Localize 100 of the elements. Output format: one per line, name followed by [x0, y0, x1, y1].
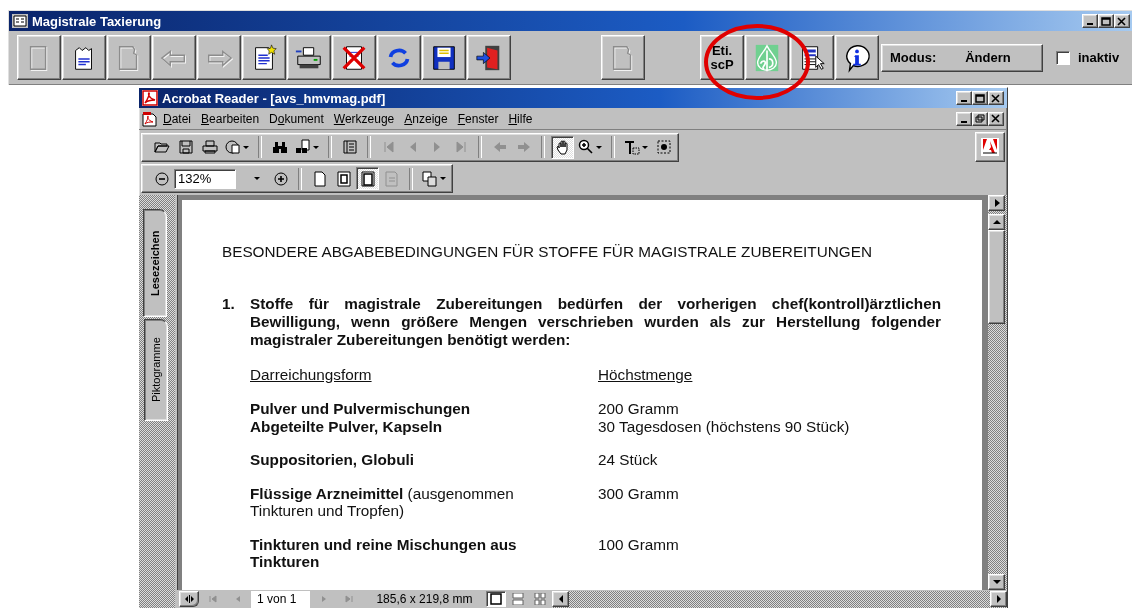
scroll-thumb[interactable] [988, 230, 1005, 324]
menu-item[interactable]: Hilfe [503, 111, 538, 126]
caret-icon [642, 145, 648, 149]
scroll-left-button[interactable] [552, 590, 570, 607]
panel-toggle-button[interactable] [179, 591, 199, 607]
fit-visible-icon [383, 170, 400, 187]
dosage-form: Flüssige Arzneimittel (ausgenommen Tinkturen und Tropfen) [250, 484, 515, 520]
minimize-button[interactable] [956, 91, 972, 105]
search-document-icon [295, 139, 311, 155]
menu-item[interactable]: Werkzeuge [328, 111, 400, 126]
single-page-icon [490, 593, 503, 605]
minimize-button[interactable] [956, 111, 972, 126]
window-title: Acrobat Reader - [avs_hmvmag.pdf] [162, 90, 387, 106]
close-icon [991, 114, 1001, 123]
down-triangle-icon [992, 578, 1001, 586]
max-amount: 24 Stück [598, 451, 659, 469]
tab[interactable]: Piktogramme [144, 319, 168, 421]
up-triangle-icon [992, 218, 1001, 226]
right-triangle-icon [994, 594, 1003, 603]
vertical-scrollbar[interactable] [988, 195, 1007, 590]
continuous-page-icon [512, 593, 525, 605]
maximize-button[interactable] [1098, 14, 1114, 28]
maximize-icon [1101, 16, 1111, 26]
horizontal-scrollbar[interactable] [552, 590, 1007, 608]
maximize-icon [975, 93, 985, 103]
toolbar-button[interactable] [356, 167, 379, 190]
save-icon [177, 139, 194, 155]
max-amount: 300 Gramm [598, 484, 680, 504]
close-button[interactable] [1114, 14, 1130, 28]
page-layout-button[interactable] [486, 591, 507, 607]
paragraph: Stoffe für magistrale Zubereitungen bedürfen der vorherigen chef(kontroll)ärztlichen Bewilligung, wenn größere Mengen verschrieben wurden als zur Herstellung folgender magistraler Zubereitungen benötigt werden: [250, 295, 941, 349]
window-menu-icon [12, 14, 28, 28]
forward-arrow-icon [515, 139, 532, 155]
menu-item[interactable]: Anzeige [399, 111, 453, 126]
first-page-icon [208, 595, 217, 603]
rotate-pages-icon [422, 170, 438, 187]
next-page-icon [319, 595, 328, 603]
toolbar-button[interactable] [551, 135, 574, 159]
dosage-form: Tinkturen und reine Mischungen aus Tinkturen [250, 535, 518, 571]
minimize-icon [961, 120, 967, 123]
menu-item[interactable]: Fenster [452, 111, 504, 126]
split-arrows-icon [184, 595, 194, 603]
checkbox-label: inaktiv [1078, 50, 1120, 65]
document-icon [142, 110, 158, 127]
adobe-button[interactable] [975, 132, 1005, 162]
last-page-icon [344, 595, 353, 603]
max-amount: 30 Tagesdosen (höchstens 90 Stück) [598, 417, 851, 435]
caret-icon [440, 177, 446, 180]
scroll-up-button[interactable] [988, 214, 1005, 230]
menu-item[interactable]: Bearbeiten [196, 111, 265, 126]
fit-width-icon [359, 170, 376, 187]
dosage-form: Pulver und Pulvermischungen [250, 400, 472, 418]
mode-value: Ändern [965, 50, 1011, 65]
zoom-in-icon [578, 139, 594, 155]
minimize-icon [961, 100, 967, 102]
scroll-right-button[interactable] [990, 590, 1007, 607]
tab[interactable]: Lesezeichen [143, 209, 167, 317]
column-header: Höchstmenge [598, 366, 693, 384]
close-button[interactable] [988, 91, 1004, 105]
max-amount: 200 Gramm [598, 400, 680, 418]
zoom-out-icon [153, 170, 170, 187]
minimize-icon [1087, 23, 1093, 25]
caret-icon [243, 145, 249, 149]
expand-button[interactable] [988, 195, 1005, 211]
caret-icon [313, 145, 319, 149]
dosage-form: Abgeteilte Pulver, Kapseln [250, 417, 444, 435]
caret-icon [596, 145, 602, 149]
close-icon [991, 93, 1001, 103]
text-select-icon [624, 139, 640, 155]
facing-pages-icon [534, 593, 547, 605]
close-button[interactable] [988, 111, 1004, 126]
close-icon [1117, 16, 1127, 26]
zoom-in-circle-icon [272, 170, 289, 187]
menu-item[interactable]: Dokument [264, 111, 329, 126]
restore-button[interactable] [972, 111, 988, 126]
mode-label: Modus: [890, 50, 937, 65]
page-icon [311, 170, 328, 187]
acrobat-logo-icon [142, 90, 158, 106]
minimize-button[interactable] [1082, 14, 1098, 28]
fit-page-icon [335, 170, 352, 187]
globe-document-icon [225, 139, 241, 155]
window-title: Magistrale Taxierung [32, 13, 163, 29]
item-number: 1. [222, 295, 236, 314]
scroll-down-button[interactable] [988, 574, 1005, 590]
binoculars-icon [271, 139, 288, 155]
menu-item[interactable]: Datei [158, 111, 197, 126]
hand-icon [554, 139, 571, 155]
caret-icon [253, 177, 260, 180]
maximize-button[interactable] [972, 91, 988, 105]
graphics-select-icon [655, 139, 672, 155]
page-number-field[interactable]: 1 von 1 [251, 590, 311, 608]
column-header: Darreichungsform [250, 366, 372, 384]
dosage-form: Suppositorien, Globuli [250, 451, 415, 469]
right-triangle-icon [992, 199, 1001, 207]
document-heading: BESONDERE ABGABEBEDINGUNGEN FÜR STOFFE FÜR MAGISTRALE ZUBEREITUNGEN [222, 243, 873, 261]
page-size: 185,6 x 219,8 mm [375, 592, 474, 606]
panel-icon [341, 139, 358, 155]
zoom-field[interactable]: 132% [174, 168, 236, 189]
folder-icon [153, 139, 170, 155]
adobe-logo-icon [981, 138, 999, 156]
